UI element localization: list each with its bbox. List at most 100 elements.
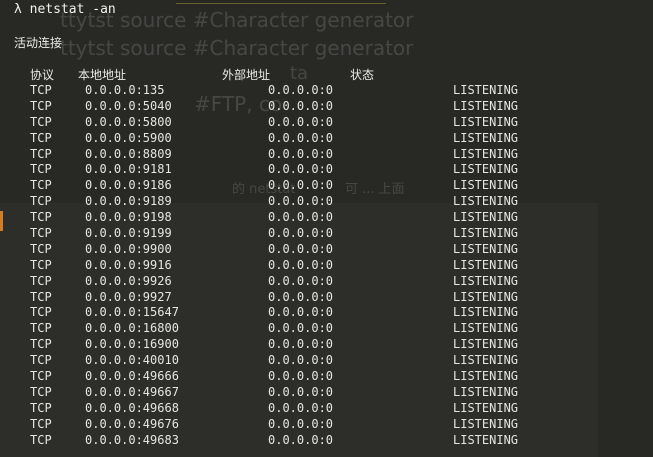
header-proto: 协议 bbox=[30, 68, 55, 82]
proto-cell: TCP bbox=[30, 162, 52, 177]
table-row: TCP 0.0.0.0:49683 0.0.0.0:0 LISTENING bbox=[0, 433, 653, 449]
foreign-address-cell: 0.0.0.0:0 bbox=[268, 416, 334, 431]
proto-cell: TCP bbox=[30, 337, 52, 352]
local-address-cell: 0.0.0.0:49667 bbox=[85, 384, 179, 399]
state-cell: LISTENING bbox=[453, 226, 519, 241]
table-row: TCP 0.0.0.0:9916 0.0.0.0:0 LISTENING bbox=[0, 258, 653, 274]
local-address-cell: 0.0.0.0:9927 bbox=[85, 289, 172, 304]
local-address-cell: 0.0.0.0:49668 bbox=[85, 400, 179, 415]
state-cell: LISTENING bbox=[453, 83, 519, 97]
state-cell: LISTENING bbox=[453, 432, 519, 447]
foreign-address-cell: 0.0.0.0:0 bbox=[268, 273, 334, 288]
state-cell: LISTENING bbox=[453, 337, 519, 352]
local-address-cell: 0.0.0.0:15647 bbox=[85, 305, 179, 320]
local-address-cell: 0.0.0.0:49683 bbox=[85, 432, 179, 447]
proto-cell: TCP bbox=[30, 432, 52, 447]
foreign-address-cell: 0.0.0.0:0 bbox=[268, 384, 334, 399]
table-row: TCP 0.0.0.0:49666 0.0.0.0:0 LISTENING bbox=[0, 369, 653, 385]
table-row: TCP 0.0.0.0:49667 0.0.0.0:0 LISTENING bbox=[0, 385, 653, 401]
local-address-cell: 0.0.0.0:5800 bbox=[85, 114, 172, 129]
foreign-address-cell: 0.0.0.0:0 bbox=[268, 321, 334, 336]
proto-cell: TCP bbox=[30, 226, 52, 241]
table-row: TCP 0.0.0.0:9900 0.0.0.0:0 LISTENING bbox=[0, 242, 653, 258]
state-cell: LISTENING bbox=[453, 210, 519, 225]
foreign-address-cell: 0.0.0.0:0 bbox=[268, 114, 334, 129]
proto-cell: TCP bbox=[30, 210, 52, 225]
table-row: TCP 0.0.0.0:16800 0.0.0.0:0 LISTENING bbox=[0, 321, 653, 337]
proto-cell: TCP bbox=[30, 400, 52, 415]
local-address-cell: 0.0.0.0:9926 bbox=[85, 273, 172, 288]
foreign-address-cell: 0.0.0.0:0 bbox=[268, 337, 334, 352]
table-row: TCP 0.0.0.0:40010 0.0.0.0:0 LISTENING bbox=[0, 353, 653, 369]
proto-cell: TCP bbox=[30, 130, 52, 145]
state-cell: LISTENING bbox=[453, 178, 519, 193]
state-cell: LISTENING bbox=[453, 384, 519, 399]
local-address-cell: 0.0.0.0:9916 bbox=[85, 257, 172, 272]
proto-cell: TCP bbox=[30, 384, 52, 399]
state-cell: LISTENING bbox=[453, 130, 519, 145]
proto-cell: TCP bbox=[30, 321, 52, 336]
table-row: TCP 0.0.0.0:9199 0.0.0.0:0 LISTENING bbox=[0, 226, 653, 242]
local-address-cell: 0.0.0.0:49666 bbox=[85, 369, 179, 384]
foreign-address-cell: 0.0.0.0:0 bbox=[268, 178, 334, 193]
state-cell: LISTENING bbox=[453, 289, 519, 304]
proto-cell: TCP bbox=[30, 257, 52, 272]
table-row: TCP 0.0.0.0:9181 0.0.0.0:0 LISTENING bbox=[0, 162, 653, 178]
local-address-cell: 0.0.0.0:5040 bbox=[85, 98, 172, 113]
foreign-address-cell: 0.0.0.0:0 bbox=[268, 369, 334, 384]
local-address-cell: 0.0.0.0:9198 bbox=[85, 210, 172, 225]
foreign-address-cell: 0.0.0.0:0 bbox=[268, 130, 334, 145]
foreign-address-cell: 0.0.0.0:0 bbox=[268, 194, 334, 209]
proto-cell: TCP bbox=[30, 273, 52, 288]
state-cell: LISTENING bbox=[453, 416, 519, 431]
foreign-address-cell: 0.0.0.0:0 bbox=[268, 162, 334, 177]
table-row: TCP 0.0.0.0:5040 0.0.0.0:0 LISTENING bbox=[0, 99, 653, 115]
connection-table: TCP 0.0.0.0:135 0.0.0.0:0 LISTENING TCP 0.0.0… bbox=[0, 83, 653, 448]
proto-cell: TCP bbox=[30, 114, 52, 129]
local-address-cell: 0.0.0.0:9189 bbox=[85, 194, 172, 209]
local-address-cell: 0.0.0.0:40010 bbox=[85, 353, 179, 368]
table-row: TCP 0.0.0.0:9198 0.0.0.0:0 LISTENING bbox=[0, 210, 653, 226]
section-title: 活动连接 bbox=[14, 36, 63, 50]
foreign-address-cell: 0.0.0.0:0 bbox=[268, 257, 334, 272]
command-text: netstat -an bbox=[29, 2, 116, 17]
foreign-address-cell: 0.0.0.0:0 bbox=[268, 98, 334, 113]
local-address-cell: 0.0.0.0:16800 bbox=[85, 321, 179, 336]
local-address-cell: 0.0.0.0:5900 bbox=[85, 130, 172, 145]
header-local-address: 本地地址 bbox=[78, 68, 127, 82]
table-row: TCP 0.0.0.0:49676 0.0.0.0:0 LISTENING bbox=[0, 417, 653, 433]
state-cell: LISTENING bbox=[453, 146, 519, 161]
table-row: TCP 0.0.0.0:9927 0.0.0.0:0 LISTENING bbox=[0, 290, 653, 306]
local-address-cell: 0.0.0.0:9199 bbox=[85, 226, 172, 241]
foreign-address-cell: 0.0.0.0:0 bbox=[268, 146, 334, 161]
prompt-symbol: λ bbox=[14, 2, 22, 17]
state-cell: LISTENING bbox=[453, 241, 519, 256]
table-row: TCP 0.0.0.0:15647 0.0.0.0:0 LISTENING bbox=[0, 305, 653, 321]
foreign-address-cell: 0.0.0.0:0 bbox=[268, 353, 334, 368]
state-cell: LISTENING bbox=[453, 273, 519, 288]
proto-cell: TCP bbox=[30, 416, 52, 431]
state-cell: LISTENING bbox=[453, 321, 519, 336]
state-cell: LISTENING bbox=[453, 369, 519, 384]
terminal-window[interactable]: λ netstat -an 活动连接 协议 本地地址 外部地址 状态 TCP 0.… bbox=[0, 0, 653, 457]
foreign-address-cell: 0.0.0.0:0 bbox=[268, 432, 334, 447]
local-address-cell: 0.0.0.0:49676 bbox=[85, 416, 179, 431]
local-address-cell: 0.0.0.0:8809 bbox=[85, 146, 172, 161]
proto-cell: TCP bbox=[30, 353, 52, 368]
proto-cell: TCP bbox=[30, 194, 52, 209]
table-row: TCP 0.0.0.0:9189 0.0.0.0:0 LISTENING bbox=[0, 194, 653, 210]
foreign-address-cell: 0.0.0.0:0 bbox=[268, 289, 334, 304]
foreign-address-cell: 0.0.0.0:0 bbox=[268, 83, 334, 97]
proto-cell: TCP bbox=[30, 241, 52, 256]
command-line: λ netstat -an bbox=[14, 2, 116, 17]
proto-cell: TCP bbox=[30, 146, 52, 161]
state-cell: LISTENING bbox=[453, 194, 519, 209]
foreign-address-cell: 0.0.0.0:0 bbox=[268, 210, 334, 225]
state-cell: LISTENING bbox=[453, 400, 519, 415]
local-address-cell: 0.0.0.0:9900 bbox=[85, 241, 172, 256]
proto-cell: TCP bbox=[30, 83, 52, 97]
proto-cell: TCP bbox=[30, 369, 52, 384]
table-row: TCP 0.0.0.0:9186 0.0.0.0:0 LISTENING bbox=[0, 178, 653, 194]
local-address-cell: 0.0.0.0:16900 bbox=[85, 337, 179, 352]
state-cell: LISTENING bbox=[453, 98, 519, 113]
